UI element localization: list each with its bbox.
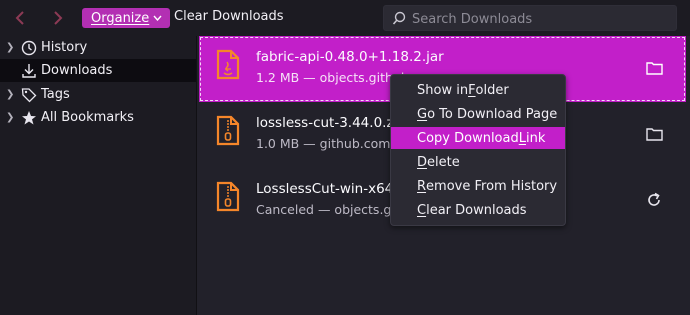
sidebar-item-all-bookmarks[interactable]: ❯ All Bookmarks	[0, 106, 196, 129]
sidebar-item-label: All Bookmarks	[41, 110, 134, 125]
menu-item-go-to-download-page[interactable]: Go To Download Page	[391, 103, 565, 125]
java-file-icon	[216, 49, 240, 80]
sidebar: ❯ History Downloads ❯ Tags ❯ All Bookmar…	[0, 36, 197, 315]
search-box[interactable]	[383, 5, 677, 31]
clock-icon	[21, 40, 37, 56]
chevron-right-icon	[54, 11, 63, 25]
menu-item-label: ink	[525, 130, 546, 146]
expand-icon[interactable]: ❯	[6, 89, 16, 100]
menu-item-remove-from-history[interactable]: Remove From History	[391, 175, 565, 197]
star-icon	[22, 111, 36, 125]
chevron-down-icon	[153, 15, 162, 21]
menu-item-copy-download-link[interactable]: Copy Download Link	[391, 127, 565, 149]
menu-item-delete[interactable]: Delete	[391, 151, 565, 173]
zip-file-icon	[216, 115, 240, 146]
organize-label: Organize	[91, 10, 150, 26]
sidebar-item-history[interactable]: ❯ History	[0, 36, 196, 59]
menu-item-label: o To Download Page	[427, 106, 558, 122]
search-icon	[392, 11, 406, 25]
menu-item-label: Copy Download	[417, 130, 519, 146]
tag-icon	[21, 88, 37, 103]
sidebar-item-tags[interactable]: ❯ Tags	[0, 83, 196, 106]
expand-icon[interactable]: ❯	[6, 42, 16, 53]
organize-button[interactable]: Organize	[82, 8, 171, 28]
clear-downloads-button[interactable]: Clear Downloads	[174, 9, 284, 24]
open-folder-button[interactable]	[644, 58, 664, 78]
back-button[interactable]	[8, 6, 32, 30]
menu-item-accesskey: R	[417, 178, 427, 194]
download-filename: fabric-api-0.48.0+1.18.2.jar	[256, 49, 444, 65]
menu-item-accesskey: L	[518, 130, 526, 146]
menu-item-accesskey: F	[468, 82, 476, 98]
expand-icon[interactable]: ❯	[6, 112, 16, 123]
menu-item-show-in-folder[interactable]: Show in Folder	[391, 79, 565, 101]
menu-item-label: older	[475, 82, 509, 98]
menu-item-label: elete	[427, 154, 460, 170]
menu-item-accesskey: D	[417, 154, 428, 170]
menu-item-accesskey: C	[417, 202, 427, 218]
menu-item-clear-downloads[interactable]: Clear Downloads	[391, 199, 565, 221]
retry-button[interactable]	[644, 190, 664, 210]
search-input[interactable]	[410, 9, 669, 29]
sidebar-item-label: Downloads	[41, 63, 113, 78]
menu-item-label: lear Downloads	[426, 202, 527, 218]
chevron-left-icon	[15, 11, 24, 25]
zip-file-icon	[216, 181, 240, 212]
sidebar-item-label: Tags	[41, 87, 70, 102]
sidebar-item-label: History	[41, 40, 88, 55]
download-filename: lossless-cut-3.44.0.zip	[256, 115, 406, 131]
context-menu: Show in Folder Go To Download Page Copy …	[390, 74, 566, 226]
download-icon	[22, 64, 36, 78]
forward-button[interactable]	[46, 6, 70, 30]
folder-icon	[645, 62, 663, 75]
toolbar: Organize Clear Downloads	[0, 0, 690, 36]
open-folder-button[interactable]	[644, 124, 664, 144]
sidebar-item-downloads[interactable]: Downloads	[0, 59, 196, 82]
menu-item-accesskey: G	[417, 106, 428, 122]
menu-item-label: Show in	[417, 82, 469, 98]
menu-item-label: emove From History	[426, 178, 558, 194]
retry-icon	[648, 192, 660, 206]
folder-icon	[645, 128, 663, 141]
